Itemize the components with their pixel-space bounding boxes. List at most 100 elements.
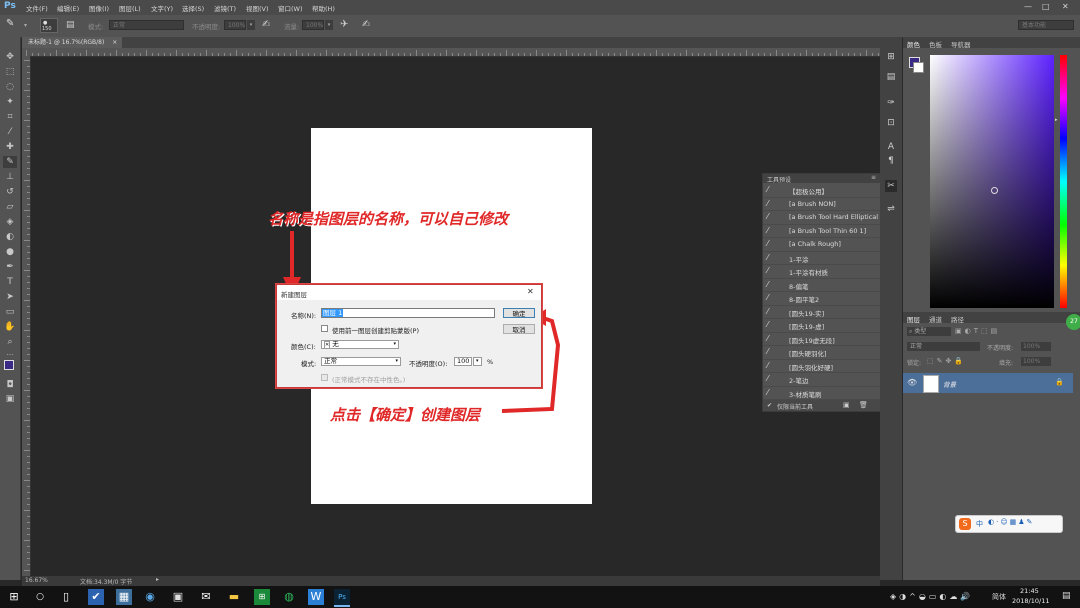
preset-row[interactable]: ⁄ [圆头羽化好硬]: [763, 359, 880, 373]
ime-indicator[interactable]: 简体: [992, 592, 1006, 602]
tab-navigator[interactable]: 导航器: [951, 39, 971, 49]
layer-opacity-input[interactable]: 100%: [1021, 342, 1051, 351]
eraser-tool-icon[interactable]: ▱: [3, 201, 17, 213]
pressure-opacity-icon[interactable]: ✍: [262, 19, 270, 30]
dodge-tool-icon[interactable]: ●: [3, 246, 17, 258]
store-icon[interactable]: ▣: [170, 589, 186, 605]
workspace-select[interactable]: 基本功能: [1018, 20, 1074, 30]
brush-tool-icon[interactable]: ✎: [6, 18, 20, 32]
zoom-tool-icon[interactable]: ⌕: [3, 336, 17, 348]
maximize-button[interactable]: □: [1042, 2, 1050, 11]
notification-badge[interactable]: 27: [1066, 314, 1080, 330]
preset-dropdown-icon[interactable]: ▾: [24, 22, 27, 29]
document-tab[interactable]: 未标题-1 @ 16.7%(RGB/8) ×: [22, 37, 122, 48]
flow-dropdown-icon[interactable]: ▾: [325, 20, 333, 30]
quick-select-tool-icon[interactable]: ✦: [3, 96, 17, 108]
windows-start-icon[interactable]: ⊞: [6, 589, 22, 605]
quick-mask-icon[interactable]: ◘: [3, 379, 17, 391]
rectangle-tool-icon[interactable]: ▭: [3, 306, 17, 318]
preset-row[interactable]: ⁄ 1-平涂: [763, 251, 880, 265]
mode-select[interactable]: 正常: [109, 20, 184, 30]
dialog-opacity-input[interactable]: 100: [454, 357, 472, 366]
preset-row[interactable]: ⁄ 2-笔边: [763, 372, 880, 387]
panel-background-swatch[interactable]: [913, 62, 924, 73]
preset-row[interactable]: ⁄ 8-偏笔: [763, 278, 880, 292]
menu-file[interactable]: 文件(F): [26, 3, 48, 13]
layer-name[interactable]: 背景: [943, 379, 956, 389]
lock-icons[interactable]: ⬚✎✥🔒: [927, 357, 966, 365]
preset-row[interactable]: ⁄ 3-材质笔刷: [763, 386, 880, 400]
history-icon[interactable]: ⊞: [885, 51, 897, 63]
hue-slider-handle-icon[interactable]: ▸: [1055, 117, 1058, 123]
visibility-eye-icon[interactable]: 👁: [907, 378, 917, 387]
ime-toolbar[interactable]: S 中 ◐·☺▦♟✎: [955, 515, 1063, 533]
layer-filter-icons[interactable]: ▣◐T⬚▤: [955, 327, 1000, 335]
paint-bucket-tool-icon[interactable]: ◈: [3, 216, 17, 228]
hue-slider[interactable]: [1060, 55, 1067, 308]
new-preset-icon[interactable]: ▣: [843, 401, 850, 409]
dialog-close-icon[interactable]: ✕: [527, 287, 534, 296]
pen-tool-icon[interactable]: ✒: [3, 261, 17, 273]
layer-name-input[interactable]: 图层 1: [321, 308, 495, 318]
preset-row[interactable]: ⁄ [a Brush Tool Thin 60 1]: [763, 224, 880, 238]
crop-tool-icon[interactable]: ⌗: [3, 111, 17, 123]
blend-mode-select[interactable]: 正常 ▾: [321, 357, 401, 366]
lasso-tool-icon[interactable]: ◌: [3, 81, 17, 93]
color-picker-field[interactable]: [930, 55, 1054, 308]
clone-source-icon[interactable]: ⊡: [885, 117, 897, 129]
status-expand-icon[interactable]: ▸: [156, 576, 159, 583]
tab-channels[interactable]: 通道: [929, 314, 942, 324]
layer-kind-filter[interactable]: ⌕ 类型: [907, 327, 951, 336]
file-explorer-icon[interactable]: ▬: [226, 589, 242, 605]
brush-presets-icon[interactable]: ✑: [885, 97, 897, 109]
opacity-input[interactable]: 100%: [224, 20, 246, 30]
word-icon[interactable]: W: [308, 589, 324, 605]
preset-row[interactable]: ⁄ [圆头硬羽化]: [763, 345, 880, 360]
tool-presets-icon[interactable]: ✂: [885, 180, 897, 192]
blur-tool-icon[interactable]: ◐: [3, 231, 17, 243]
brush-tool-icon[interactable]: ✎: [3, 156, 17, 168]
properties-icon[interactable]: ▤: [885, 71, 897, 83]
tab-swatches[interactable]: 色板: [929, 39, 942, 49]
wechat-icon[interactable]: ◍: [281, 589, 297, 605]
menu-layer[interactable]: 图层(L): [119, 3, 141, 13]
menu-type[interactable]: 文字(Y): [151, 3, 173, 13]
menu-window[interactable]: 窗口(W): [278, 3, 303, 13]
preset-row[interactable]: ⁄ 1-平涂有材质: [763, 264, 880, 279]
opacity-dropdown-icon[interactable]: ▾: [247, 20, 255, 30]
mail-icon[interactable]: ✉: [198, 589, 214, 605]
adjustments-icon[interactable]: ⇌: [885, 203, 897, 215]
ok-button[interactable]: 确定: [503, 308, 535, 318]
preset-row[interactable]: ⁄ [圆头19-虚]: [763, 318, 880, 333]
fill-input[interactable]: 100%: [1021, 357, 1051, 366]
tab-layers[interactable]: 图层: [907, 314, 920, 324]
menu-view[interactable]: 视图(V): [246, 3, 269, 13]
move-tool-icon[interactable]: ✥: [3, 51, 17, 63]
preset-row[interactable]: ⁄ 8-圆平笔2: [763, 291, 880, 306]
preset-row[interactable]: ⁄ 【超极公用】: [763, 183, 880, 198]
flow-input[interactable]: 100%: [302, 20, 324, 30]
notification-center-icon[interactable]: ▤: [1062, 591, 1071, 601]
taskbar-date[interactable]: 2018/10/11: [1012, 597, 1049, 605]
minimize-button[interactable]: —: [1024, 2, 1032, 11]
document-tab-close-icon[interactable]: ×: [112, 39, 117, 46]
brush-size-picker[interactable]: ● 150: [40, 18, 58, 33]
foreground-color-swatch[interactable]: [4, 360, 14, 370]
color-select[interactable]: ✕ 无 ▾: [321, 340, 399, 349]
healing-brush-tool-icon[interactable]: ✚: [3, 141, 17, 153]
cancel-button[interactable]: 取消: [503, 324, 535, 334]
marquee-tool-icon[interactable]: ⬚: [3, 66, 17, 78]
menu-select[interactable]: 选择(S): [182, 3, 204, 13]
character-icon[interactable]: A: [885, 141, 897, 153]
tray-icons[interactable]: ◈◑^◒▭◐☁🔊: [890, 592, 973, 601]
menu-help[interactable]: 帮助(H): [312, 3, 335, 13]
paragraph-icon[interactable]: ¶: [885, 155, 897, 167]
photoshop-taskbar-icon[interactable]: Ps: [334, 589, 350, 607]
dialog-opacity-dropdown-icon[interactable]: ▾: [473, 357, 482, 366]
zoom-level[interactable]: 16.67%: [25, 577, 48, 584]
menu-edit[interactable]: 编辑(E): [57, 3, 79, 13]
clone-stamp-tool-icon[interactable]: ⊥: [3, 171, 17, 183]
screen-mode-icon[interactable]: ▣: [3, 393, 17, 405]
hand-tool-icon[interactable]: ✋: [3, 321, 17, 333]
green-app-icon[interactable]: ⊞: [254, 589, 270, 605]
